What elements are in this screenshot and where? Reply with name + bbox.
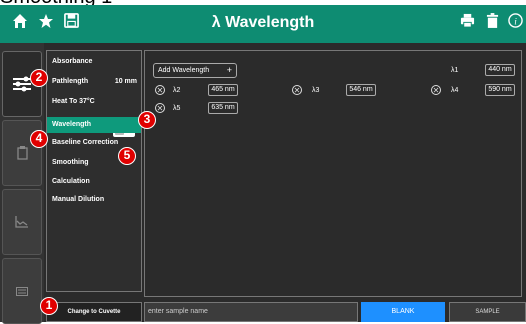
callout-badge-3: 3: [138, 111, 156, 129]
pathlength-label: Pathlength: [52, 78, 89, 85]
remove-wavelength-4-icon[interactable]: ✕: [431, 85, 441, 95]
wavelength-5-value[interactable]: 635 nm: [208, 102, 238, 114]
wavelength-5-label: λ5: [173, 105, 181, 112]
wavelength-4-label: λ4: [451, 87, 459, 94]
info-icon[interactable]: i: [508, 13, 523, 33]
callout-badge-1: 1: [40, 297, 58, 315]
wavelength-3-value[interactable]: 546 nm: [346, 84, 376, 96]
wavelength-2-label: λ2: [173, 87, 181, 94]
app-window: λ Wavelength i Absorbance Pathlength 10 …: [0, 5, 526, 324]
wavelength-1-value[interactable]: 440 nm: [485, 64, 515, 76]
menu-item-manual-dilution[interactable]: Manual Dilution: [52, 196, 104, 203]
menu-item-calculation[interactable]: Calculation: [52, 178, 90, 185]
pathlength-value: 10 mm: [114, 78, 137, 85]
add-wavelength-button[interactable]: Add Wavelength +: [153, 63, 237, 78]
blank-button[interactable]: BLANK: [361, 302, 445, 322]
menu-item-absorbance[interactable]: Absorbance: [52, 58, 92, 65]
wavelength-2-value[interactable]: 465 nm: [208, 84, 238, 96]
add-wavelength-label: Add Wavelength: [158, 67, 210, 74]
sample-name-input[interactable]: enter sample name: [144, 302, 358, 322]
menu-item-smoothing[interactable]: Smoothing: [52, 159, 89, 166]
wavelength-4-value[interactable]: 590 nm: [485, 84, 515, 96]
callout-badge-2: 2: [30, 69, 48, 87]
menu-item-heat: Heat To 37°C: [52, 98, 95, 105]
keyboard-icon[interactable]: [2, 258, 42, 324]
chart-icon[interactable]: [2, 189, 42, 255]
change-cuvette-button[interactable]: Change to Cuvette: [46, 302, 142, 322]
plus-icon: +: [226, 65, 232, 75]
callout-badge-4: 4: [30, 130, 48, 148]
wavelength-3-label: λ3: [312, 87, 320, 94]
callout-badge-5: 5: [118, 147, 136, 165]
page-title: λ Wavelength: [211, 14, 315, 31]
settings-menu: Absorbance Pathlength 10 mm Heat To 37°C…: [46, 50, 142, 292]
remove-wavelength-3-icon[interactable]: ✕: [292, 85, 302, 95]
top-bar: λ Wavelength i: [0, 5, 526, 43]
remove-wavelength-2-icon[interactable]: ✕: [155, 85, 165, 95]
remove-wavelength-5-icon[interactable]: ✕: [155, 103, 165, 113]
print-icon[interactable]: [460, 13, 475, 33]
svg-text:i: i: [514, 17, 517, 27]
sample-button[interactable]: SAMPLE: [449, 302, 526, 322]
menu-item-baseline-correction[interactable]: Baseline Correction: [52, 139, 118, 146]
trash-icon[interactable]: [486, 13, 499, 33]
wavelength-1-label: λ1: [451, 67, 459, 74]
wavelength-panel: Add Wavelength + λ1 440 nm ✕ λ2 465 nm ✕…: [144, 50, 522, 297]
menu-item-wavelength[interactable]: Wavelength: [47, 117, 141, 133]
